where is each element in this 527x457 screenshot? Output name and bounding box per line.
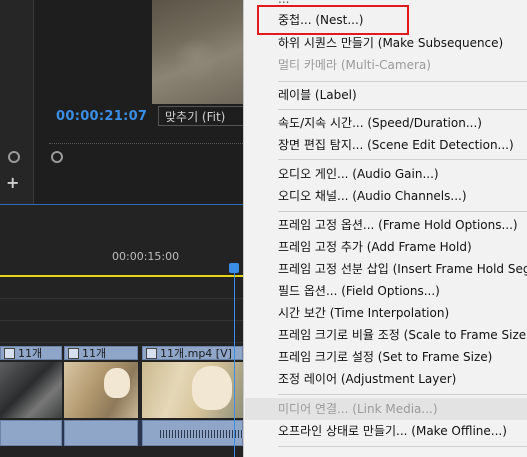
menu-item-field-options[interactable]: 필드 옵션... (Field Options...) [278, 280, 440, 302]
menu-separator [278, 109, 527, 110]
scrub-ruler [49, 143, 243, 150]
menu-item-insert-frame-hold-segment[interactable]: 프레임 고정 선분 삽입 (Insert Frame Hold Seg [278, 258, 527, 280]
menu-separator [278, 211, 527, 212]
timeline-panel: 00:00:15:00 11개 11개 11개.mp4 [V] [0, 206, 243, 457]
track-divider [0, 320, 243, 321]
dog-image [104, 368, 130, 398]
menu-item-speed-duration[interactable]: 속도/지속 시간... (Speed/Duration...) [278, 112, 482, 134]
work-area-bar[interactable] [0, 275, 243, 277]
program-monitor: + 00:00:21:07 맞추기 (Fit) [0, 0, 243, 205]
menu-item-link-media[interactable]: 미디어 연결... (Link Media...) [278, 398, 438, 420]
menu-item-make-subsequence[interactable]: 하위 시퀀스 만들기 (Make Subsequence) [278, 32, 503, 54]
menu-item-add-frame-hold[interactable]: 프레임 고정 추가 (Add Frame Hold) [278, 236, 472, 258]
playhead-timecode[interactable]: 00:00:21:07 [56, 109, 147, 124]
panel-knob-1[interactable] [8, 151, 20, 163]
video-clip-3[interactable]: 11개.mp4 [V] [142, 346, 243, 360]
menu-separator [278, 446, 527, 447]
clip-thumbnail [0, 362, 62, 418]
audio-clip-1[interactable] [0, 420, 62, 446]
menu-item-adjustment-layer[interactable]: 조정 레이어 (Adjustment Layer) [278, 368, 456, 390]
annotation-highlight-box [257, 5, 409, 35]
scrub-handle[interactable] [51, 151, 63, 163]
track-divider [0, 298, 243, 299]
menu-item-frame-hold-options[interactable]: 프레임 고정 옵션... (Frame Hold Options...) [278, 214, 518, 236]
menu-item-time-interpolation[interactable]: 시간 보간 (Time Interpolation) [278, 302, 449, 324]
playhead-line [234, 273, 235, 457]
menu-item-label[interactable]: 레이블 (Label) [278, 84, 357, 106]
menu-item-audio-channels[interactable]: 오디오 채널... (Audio Channels...) [278, 185, 467, 207]
zoom-fit-dropdown[interactable]: 맞추기 (Fit) [158, 106, 243, 126]
clip-thumbnail [142, 362, 243, 418]
video-preview [152, 0, 243, 104]
menu-item-scale-to-frame-size[interactable]: 프레임 크기로 비율 조정 (Scale to Frame Size) [278, 324, 527, 346]
menu-item-audio-gain[interactable]: 오디오 게인... (Audio Gain...) [278, 163, 439, 185]
context-menu: ... 중첩... (Nest...) 하위 시퀀스 만들기 (Make Sub… [243, 0, 527, 457]
ruler-time-label: 00:00:15:00 [112, 250, 180, 263]
clip-label: 11개 [18, 347, 43, 360]
side-panel: + [0, 0, 34, 205]
dog-image [192, 366, 232, 410]
playhead-handle[interactable] [229, 263, 239, 273]
clip-label: 11개 [82, 347, 107, 360]
clip-thumbnail [64, 362, 138, 418]
menu-item-make-offline[interactable]: 오프라인 상태로 만들기... (Make Offline...) [278, 420, 507, 442]
audio-clip-2[interactable] [64, 420, 138, 446]
video-clip-1[interactable]: 11개 [0, 346, 62, 360]
track-divider [0, 342, 243, 343]
menu-item-set-to-frame-size[interactable]: 프레임 크기로 설정 (Set to Frame Size) [278, 346, 492, 368]
menu-item-scene-edit-detection[interactable]: 장면 편집 탐지... (Scene Edit Detection...) [278, 134, 514, 156]
menu-item-multi-camera[interactable]: 멀티 카메라 (Multi-Camera) [278, 54, 431, 76]
add-icon[interactable]: + [6, 173, 19, 192]
fx-icon [4, 348, 15, 359]
menu-separator [278, 159, 527, 160]
panel-divider [0, 204, 243, 205]
clip-label: 11개.mp4 [V] [160, 347, 232, 360]
video-clip-2[interactable]: 11개 [64, 346, 138, 360]
menu-separator [278, 394, 527, 395]
fx-icon [146, 348, 157, 359]
editor-area: + 00:00:21:07 맞추기 (Fit) 00:00:15:00 11개 … [0, 0, 243, 457]
menu-separator [278, 81, 527, 82]
fx-icon [68, 348, 79, 359]
audio-waveform [160, 430, 243, 438]
